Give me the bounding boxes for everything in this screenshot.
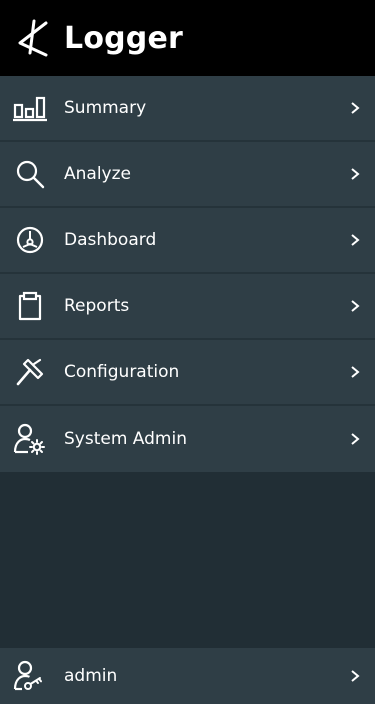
menu-label-analyze: Analyze <box>64 164 131 184</box>
chevron-right-icon <box>347 100 363 116</box>
menu-item-configuration[interactable]: Configuration <box>0 340 375 406</box>
dashboard-gauge-icon <box>10 220 50 260</box>
menu-item-reports[interactable]: Reports <box>0 274 375 340</box>
app-title: Logger <box>64 20 184 56</box>
menu-item-analyze[interactable]: Analyze <box>0 142 375 208</box>
clipboard-icon <box>10 286 50 326</box>
user-gear-icon <box>10 419 50 459</box>
user-key-icon <box>10 656 50 696</box>
menu-label-system-admin: System Admin <box>64 429 187 449</box>
chevron-right-icon <box>347 364 363 380</box>
search-icon <box>10 154 50 194</box>
bar-chart-icon <box>10 88 50 128</box>
menu-label-dashboard: Dashboard <box>64 230 157 250</box>
app-sidebar: Logger Summary Analyze Dashboard Reports… <box>0 0 375 704</box>
hammer-icon <box>10 352 50 392</box>
user-menu-admin[interactable]: admin <box>0 648 375 704</box>
menu-label-summary: Summary <box>64 98 147 118</box>
app-header: Logger <box>0 0 375 76</box>
menu-item-dashboard[interactable]: Dashboard <box>0 208 375 274</box>
chevron-right-icon <box>347 298 363 314</box>
user-name: admin <box>64 666 118 686</box>
chevron-right-icon <box>347 431 363 447</box>
menu-item-summary[interactable]: Summary <box>0 76 375 142</box>
logger-logo-icon <box>12 17 54 59</box>
chevron-right-icon <box>347 232 363 248</box>
chevron-right-icon <box>347 166 363 182</box>
chevron-right-icon <box>347 668 363 684</box>
nav-menu: Summary Analyze Dashboard Reports Config… <box>0 76 375 472</box>
menu-label-configuration: Configuration <box>64 362 180 382</box>
menu-item-system-admin[interactable]: System Admin <box>0 406 375 472</box>
menu-label-reports: Reports <box>64 296 130 316</box>
